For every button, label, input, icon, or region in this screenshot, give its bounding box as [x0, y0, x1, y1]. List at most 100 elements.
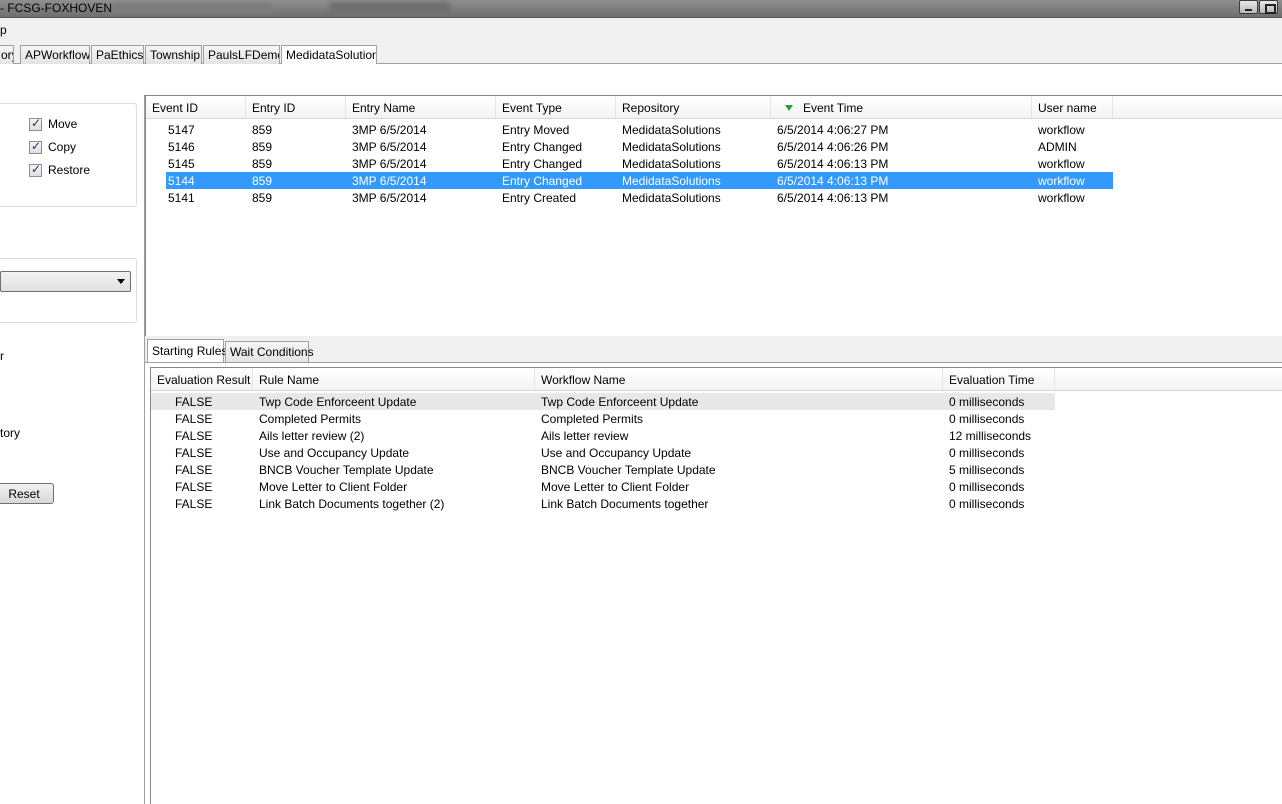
- rule-row[interactable]: FALSE Ails letter review (2) Ails letter r…: [151, 427, 1055, 444]
- restore-checkbox-row[interactable]: Restore: [29, 162, 90, 178]
- tab-apworkflow[interactable]: APWorkflow: [20, 45, 90, 64]
- tab-label: MedidataSolutions: [286, 48, 377, 62]
- column-header-evaluation-time[interactable]: Evaluation Time: [943, 368, 1055, 391]
- column-header-workflow-name[interactable]: Workflow Name: [535, 368, 943, 391]
- column-header-entry-name[interactable]: Entry Name: [346, 96, 496, 119]
- event-cell: 859: [252, 157, 273, 171]
- event-cell: 859: [252, 123, 273, 137]
- column-header-event-id[interactable]: Event ID: [146, 96, 246, 119]
- tab-paulslfdemo[interactable]: PaulsLFDemo: [203, 45, 280, 64]
- tab-label: PaEthics: [96, 48, 144, 62]
- partial-label-repository: tory: [0, 426, 21, 440]
- header-label: Event Time: [803, 101, 864, 115]
- rule-cell: FALSE: [175, 395, 213, 409]
- rule-cell: 0 milliseconds: [949, 497, 1025, 511]
- minimize-icon[interactable]: [1239, 0, 1258, 14]
- menu-item-help[interactable]: p: [0, 23, 7, 37]
- column-header-repository[interactable]: Repository: [616, 96, 771, 119]
- rule-cell: Ails letter review (2): [259, 429, 365, 443]
- tab-medidatasolutions[interactable]: MedidataSolutions: [281, 45, 377, 64]
- restore-checkbox[interactable]: [29, 162, 42, 177]
- header-label: Entry ID: [252, 101, 296, 115]
- rule-cell: Use and Occupancy Update: [541, 446, 692, 460]
- rule-row[interactable]: FALSE Use and Occupancy Update Use and Occ…: [151, 444, 1055, 461]
- sort-descending-icon: [785, 105, 793, 112]
- event-cell: 6/5/2014 4:06:27 PM: [777, 123, 889, 137]
- tab-label: PaulsLFDemo: [208, 48, 280, 62]
- copy-checkbox-label: Copy: [48, 140, 77, 154]
- rule-cell: FALSE: [175, 429, 213, 443]
- column-header-evaluation-result[interactable]: Evaluation Result: [151, 368, 253, 391]
- header-label: Evaluation Time: [949, 373, 1035, 387]
- rule-cell: 12 milliseconds: [949, 429, 1032, 443]
- tab-label: ory: [1, 48, 13, 62]
- rule-cell: FALSE: [175, 446, 213, 460]
- rule-row[interactable]: FALSE Move Letter to Client Folder Move Le…: [151, 478, 1055, 495]
- event-cell: Entry Changed: [502, 157, 583, 171]
- event-row[interactable]: 5145 859 3MP 6/5/2014 Entry Changed Medidata…: [146, 155, 1282, 172]
- event-cell: 6/5/2014 4:06:26 PM: [777, 140, 889, 154]
- event-cell: 859: [252, 140, 273, 154]
- rule-cell: FALSE: [175, 497, 213, 511]
- event-cell: MedidataSolutions: [622, 174, 721, 188]
- rule-row[interactable]: FALSE Twp Code Enforceent Update Twp Code …: [151, 393, 1055, 410]
- rule-cell: FALSE: [175, 412, 213, 426]
- column-header-user-name[interactable]: User name: [1032, 96, 1113, 119]
- rule-cell: 0 milliseconds: [949, 480, 1025, 494]
- window-title: - FCSG-FOXHOVEN: [0, 1, 113, 15]
- copy-checkbox[interactable]: [29, 139, 42, 154]
- rule-cell: 0 milliseconds: [949, 412, 1025, 426]
- event-row[interactable]: 5141 859 3MP 6/5/2014 Entry Created Medidata…: [146, 189, 1282, 206]
- reset-button[interactable]: Reset: [0, 483, 54, 504]
- rule-row[interactable]: FALSE Link Batch Documents together (2) Li…: [151, 495, 1055, 512]
- chevron-down-icon: [117, 279, 125, 284]
- header-label: Event Type: [502, 101, 562, 115]
- event-cell: 6/5/2014 4:06:13 PM: [777, 191, 889, 205]
- event-cell: MedidataSolutions: [622, 157, 721, 171]
- event-cell: ADMIN: [1038, 140, 1077, 154]
- tab-label: APWorkflow: [25, 48, 90, 62]
- event-cell: 859: [252, 191, 273, 205]
- event-row[interactable]: 5146 859 3MP 6/5/2014 Entry Changed Medidata…: [146, 138, 1282, 155]
- rule-cell: Use and Occupancy Update: [259, 446, 410, 460]
- event-row[interactable]: 5147 859 3MP 6/5/2014 Entry Moved MedidataSo…: [146, 121, 1282, 138]
- event-cell: workflow: [1038, 174, 1085, 188]
- event-row[interactable]: 5144 859 3MP 6/5/2014 Entry Changed Medidata…: [166, 172, 1113, 189]
- column-header-event-type[interactable]: Event Type: [496, 96, 616, 119]
- header-label: Rule Name: [259, 373, 320, 387]
- filter-dropdown[interactable]: [0, 271, 131, 292]
- event-cell: 5141: [168, 191, 195, 205]
- rule-cell: Move Letter to Client Folder: [541, 480, 690, 494]
- column-header-rule-name[interactable]: Rule Name: [253, 368, 535, 391]
- rule-cell: Completed Permits: [541, 412, 644, 426]
- tab-starting-rules[interactable]: Starting Rules: [147, 339, 227, 362]
- reset-button-label: Reset: [8, 487, 40, 501]
- event-cell: 3MP 6/5/2014: [352, 191, 427, 205]
- header-label: User name: [1038, 101, 1097, 115]
- move-checkbox[interactable]: [29, 116, 42, 131]
- rule-cell: 5 milliseconds: [949, 463, 1025, 477]
- column-header-entry-id[interactable]: Entry ID: [246, 96, 346, 119]
- copy-checkbox-row[interactable]: Copy: [29, 139, 76, 155]
- tab-label: Wait Conditions: [230, 345, 314, 359]
- rule-row[interactable]: FALSE Completed Permits Completed Permits 0…: [151, 410, 1055, 427]
- rule-cell: Twp Code Enforceent Update: [259, 395, 417, 409]
- restore-checkbox-label: Restore: [48, 163, 91, 177]
- move-checkbox-row[interactable]: Move: [29, 116, 77, 132]
- event-cell: MedidataSolutions: [622, 140, 721, 154]
- column-header-event-time[interactable]: Event Time: [771, 96, 1032, 119]
- rule-cell: Link Batch Documents together (2): [259, 497, 445, 511]
- event-cell: 5147: [168, 123, 195, 137]
- blurred-title-text-2: [330, 2, 450, 14]
- rule-row[interactable]: FALSE BNCB Voucher Template Update BNCB Vo…: [151, 461, 1055, 478]
- maximize-icon[interactable]: [1259, 0, 1278, 14]
- event-cell: 3MP 6/5/2014: [352, 140, 427, 154]
- header-label: Event ID: [152, 101, 199, 115]
- column-header-filler: [1055, 368, 1282, 391]
- tab-repository[interactable]: ory: [0, 45, 14, 64]
- tab-wait-conditions[interactable]: Wait Conditions: [225, 341, 314, 362]
- tab-paethics[interactable]: PaEthics: [91, 45, 144, 64]
- tab-township[interactable]: Township: [145, 45, 202, 64]
- rule-cell: BNCB Voucher Template Update: [259, 463, 434, 477]
- rule-cell: Link Batch Documents together: [541, 497, 709, 511]
